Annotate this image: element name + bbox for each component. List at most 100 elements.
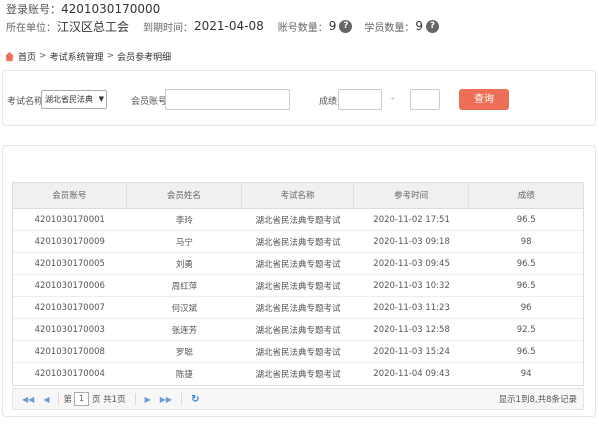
cell-exam-time: 2020-11-03 09:45 <box>373 258 450 269</box>
cell-member-name: 陈捷 <box>175 370 193 380</box>
page-number-input[interactable]: 1 <box>73 392 89 406</box>
query-button[interactable]: 查询 <box>459 89 509 110</box>
unit-info-row: 所在单位： 江汉区总工会 到期时间： 2021-04-08 账号数量： 9 ? … <box>6 17 451 35</box>
cell-exam-time: 2020-11-03 15:24 <box>373 346 450 357</box>
table-row[interactable]: 4201030170009 马宁 湖北省民法典专题考试 2020-11-03 0… <box>13 231 583 253</box>
table-row[interactable]: 4201030170005 刘勇 湖北省民法典专题考试 2020-11-03 0… <box>13 253 583 275</box>
expire-label: 到期时间： <box>143 22 194 34</box>
exam-name-selected: 湖北省民法典 <box>45 95 93 104</box>
next-page-icon[interactable]: ▶ <box>145 395 151 404</box>
cell-exam-time: 2020-11-03 12:58 <box>373 324 450 335</box>
refresh-icon[interactable]: ↻ <box>191 394 199 405</box>
breadcrumb-home[interactable]: 首页 <box>18 50 36 63</box>
cell-exam-name: 湖北省民法典专题考试 <box>255 259 341 270</box>
student-count-value: 9 <box>415 19 424 33</box>
pager-divider <box>181 393 183 405</box>
cell-member-name: 周红萍 <box>171 281 198 292</box>
login-account-label: 登录账号： <box>6 3 61 16</box>
cell-member-account: 4201030170007 <box>34 302 105 313</box>
score-max-input[interactable] <box>410 89 440 110</box>
cell-member-name: 李玲 <box>175 215 193 226</box>
cell-member-account: 4201030170005 <box>34 258 105 269</box>
pager-divider <box>58 393 60 405</box>
member-account-label: 会员账号 <box>131 97 168 107</box>
cell-score: 96 <box>520 302 532 313</box>
cell-exam-name: 湖北省民法典专题考试 <box>255 215 341 226</box>
breadcrumb-separator: > <box>106 51 115 61</box>
pagination-bar: ◀◀ ◀ 第 1 页 共1页 ▶ ▶▶ ↻ 显示1到8,共8条记录 <box>12 388 584 410</box>
cell-exam-time: 2020-11-02 17:51 <box>373 214 450 225</box>
cell-score: 92.5 <box>516 324 536 335</box>
score-label: 成绩 <box>319 97 338 107</box>
breadcrumb-exam-system[interactable]: 考试系统管理 <box>50 50 104 63</box>
exam-name-label: 考试名称 <box>7 97 44 107</box>
cell-member-account: 4201030170006 <box>34 280 105 291</box>
cell-exam-name: 湖北省民法典专题考试 <box>255 281 341 292</box>
table-row[interactable]: 4201030170003 张连芳 湖北省民法典专题考试 2020-11-03 … <box>13 319 583 341</box>
unit-label: 所在单位： <box>6 22 56 34</box>
cell-score: 96.5 <box>516 280 536 291</box>
cell-score: 96.5 <box>516 258 536 269</box>
student-count-label: 学员数量： <box>364 22 415 34</box>
pagination-summary: 显示1到8,共8条记录 <box>498 395 577 405</box>
header-exam-time[interactable]: 参考时间 <box>354 183 470 208</box>
last-page-icon[interactable]: ▶▶ <box>160 395 172 404</box>
header-exam-name[interactable]: 考试名称 <box>242 183 354 208</box>
table-row[interactable]: 4201030170004 陈捷 湖北省民法典专题考试 2020-11-04 0… <box>13 363 583 385</box>
question-circle-icon[interactable]: ? <box>426 19 440 33</box>
page-prefix: 第 <box>63 395 72 405</box>
page-suffix: 页 共1页 <box>91 395 126 405</box>
prev-page-icon[interactable]: ◀ <box>43 395 49 404</box>
pager-divider <box>134 393 136 405</box>
header-member-name[interactable]: 会员姓名 <box>127 183 243 208</box>
results-table: 会员账号 会员姓名 考试名称 参考时间 成绩 4201030170001 李玲 … <box>12 182 584 386</box>
header-score[interactable]: 成绩 <box>469 183 583 208</box>
search-form: 考试名称 湖北省民法典 ▼ 会员账号 成绩 - 查询 <box>3 89 595 111</box>
expire-value: 2021-04-08 <box>194 19 264 33</box>
header-member-account[interactable]: 会员账号 <box>13 183 127 208</box>
breadcrumb: 首页 > 考试系统管理 > 会员参考明细 <box>4 49 171 63</box>
cell-member-name: 何汉斌 <box>171 303 198 314</box>
table-header-row: 会员账号 会员姓名 考试名称 参考时间 成绩 <box>13 183 583 209</box>
table-row[interactable]: 4201030170008 罗聪 湖北省民法典专题考试 2020-11-03 1… <box>13 341 583 363</box>
table-row[interactable]: 4201030170006 周红萍 湖北省民法典专题考试 2020-11-03 … <box>13 275 583 297</box>
cell-member-account: 4201030170003 <box>34 324 105 335</box>
cell-member-account: 4201030170008 <box>34 346 105 357</box>
exam-name-select[interactable]: 湖北省民法典 ▼ <box>41 90 107 109</box>
cell-exam-time: 2020-11-03 09:18 <box>373 236 450 247</box>
cell-member-name: 张连芳 <box>171 325 198 336</box>
cell-exam-name: 湖北省民法典专题考试 <box>255 237 341 248</box>
unit-value: 江汉区总工会 <box>57 19 130 34</box>
cell-exam-name: 湖北省民法典专题考试 <box>255 303 341 314</box>
cell-exam-name: 湖北省民法典专题考试 <box>255 325 341 336</box>
cell-exam-name: 湖北省民法典专题考试 <box>255 370 341 380</box>
login-account: 登录账号：4201030170000 <box>6 2 160 17</box>
score-range-dash: - <box>391 94 395 104</box>
cell-score: 98 <box>520 236 532 247</box>
question-circle-icon[interactable]: ? <box>339 19 353 33</box>
cell-exam-time: 2020-11-03 10:32 <box>373 280 450 291</box>
cell-member-account: 4201030170001 <box>34 214 105 225</box>
home-icon <box>4 51 15 61</box>
cell-member-name: 刘勇 <box>175 259 193 270</box>
chevron-down-icon: ▼ <box>98 95 104 103</box>
account-count-value: 9 <box>328 19 337 33</box>
cell-score: 94 <box>520 369 532 379</box>
breadcrumb-current: 会员参考明细 <box>117 52 172 63</box>
score-min-input[interactable] <box>338 89 382 110</box>
results-panel: 会员账号 会员姓名 考试名称 参考时间 成绩 4201030170001 李玲 … <box>2 145 596 417</box>
member-account-input[interactable] <box>165 89 290 110</box>
search-panel: 考试名称 湖北省民法典 ▼ 会员账号 成绩 - 查询 <box>2 70 596 126</box>
table-row[interactable]: 4201030170001 李玲 湖北省民法典专题考试 2020-11-02 1… <box>13 209 583 231</box>
cell-score: 96.5 <box>516 346 536 357</box>
cell-exam-name: 湖北省民法典专题考试 <box>255 347 341 358</box>
cell-score: 96.5 <box>516 214 536 225</box>
cell-exam-time: 2020-11-03 11:23 <box>373 302 450 313</box>
breadcrumb-separator: > <box>39 51 47 61</box>
cell-member-name: 罗聪 <box>175 347 193 358</box>
first-page-icon[interactable]: ◀◀ <box>22 395 34 404</box>
account-count-label: 账号数量： <box>277 22 328 34</box>
cell-exam-time: 2020-11-04 09:43 <box>373 369 450 379</box>
table-row[interactable]: 4201030170007 何汉斌 湖北省民法典专题考试 2020-11-03 … <box>13 297 583 319</box>
cell-member-name: 马宁 <box>175 237 193 248</box>
